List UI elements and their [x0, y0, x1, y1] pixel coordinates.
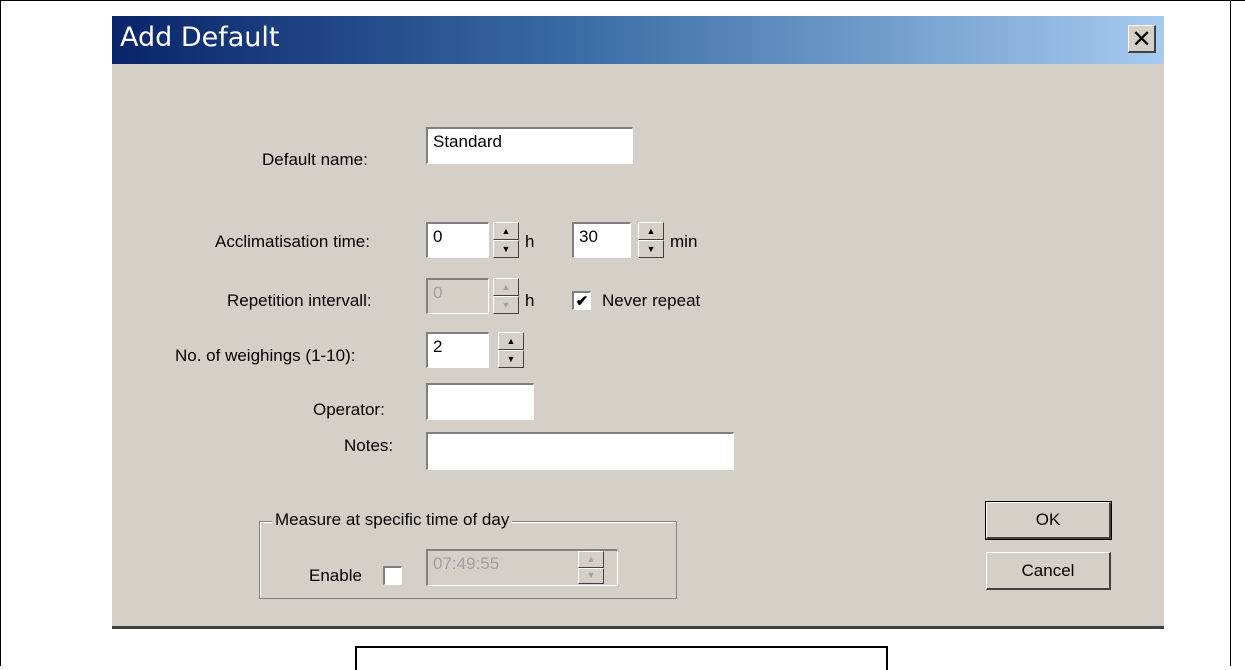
spin-up-icon[interactable]: ▲: [493, 222, 519, 240]
enable-label: Enable: [309, 566, 362, 585]
spin-down-icon[interactable]: ▼: [498, 350, 524, 368]
notes-label: Notes:: [344, 436, 394, 455]
frame-top-line: [0, 0, 1245, 1]
close-button[interactable]: ✕: [1128, 25, 1156, 53]
frame-right-line: [1230, 0, 1231, 666]
spin-up-icon[interactable]: ▲: [638, 222, 664, 240]
acclimatisation-hours-input[interactable]: 0: [426, 222, 489, 258]
acclimatisation-minutes-spinner[interactable]: ▲ ▼: [638, 222, 664, 258]
bottom-outline-box: [355, 646, 888, 670]
spin-up-icon: ▲: [493, 278, 519, 296]
spin-down-icon: ▼: [493, 296, 519, 314]
repetition-label: Repetition intervall:: [227, 291, 372, 310]
check-icon: ✔: [575, 292, 589, 310]
default-name-input[interactable]: Standard: [426, 127, 633, 164]
spin-down-icon[interactable]: ▼: [493, 240, 519, 258]
spin-up-icon[interactable]: ▲: [498, 332, 524, 350]
weighings-label: No. of weighings (1-10):: [175, 346, 356, 365]
close-icon: ✕: [1131, 24, 1152, 53]
dialog-title: Add Default: [120, 22, 280, 53]
repetition-spinner: ▲ ▼: [493, 278, 519, 314]
time-of-day-group-title: Measure at specific time of day: [272, 510, 513, 530]
cancel-button[interactable]: Cancel: [986, 552, 1111, 590]
never-repeat-checkbox[interactable]: ✔: [572, 291, 591, 310]
add-default-dialog: Add Default ✕ Default name: Standard Acc…: [112, 16, 1164, 629]
acclimatisation-hours-spinner[interactable]: ▲ ▼: [493, 222, 519, 258]
acclimatisation-label: Acclimatisation time:: [215, 232, 370, 251]
notes-input[interactable]: [426, 432, 734, 470]
spin-down-icon: ▼: [578, 567, 604, 584]
spin-up-icon: ▲: [578, 551, 604, 568]
default-name-label: Default name:: [262, 150, 368, 169]
acclimatisation-minutes-unit: min: [670, 232, 698, 251]
acclimatisation-hours-unit: h: [525, 232, 535, 251]
weighings-input[interactable]: 2: [426, 332, 489, 368]
acclimatisation-minutes-input[interactable]: 30: [572, 222, 631, 258]
dialog-titlebar[interactable]: Add Default ✕: [112, 16, 1164, 64]
ok-button[interactable]: OK: [985, 501, 1112, 540]
operator-input[interactable]: [426, 383, 534, 420]
enable-checkbox[interactable]: [383, 566, 402, 585]
repetition-input: 0: [426, 278, 489, 314]
time-of-day-spinner: ▲ ▼: [578, 551, 604, 584]
never-repeat-label[interactable]: Never repeat: [602, 291, 700, 311]
operator-label: Operator:: [313, 400, 385, 419]
frame-left-line: [0, 0, 1, 666]
repetition-unit: h: [525, 291, 535, 310]
weighings-spinner[interactable]: ▲ ▼: [498, 332, 524, 368]
spin-down-icon[interactable]: ▼: [638, 240, 664, 258]
